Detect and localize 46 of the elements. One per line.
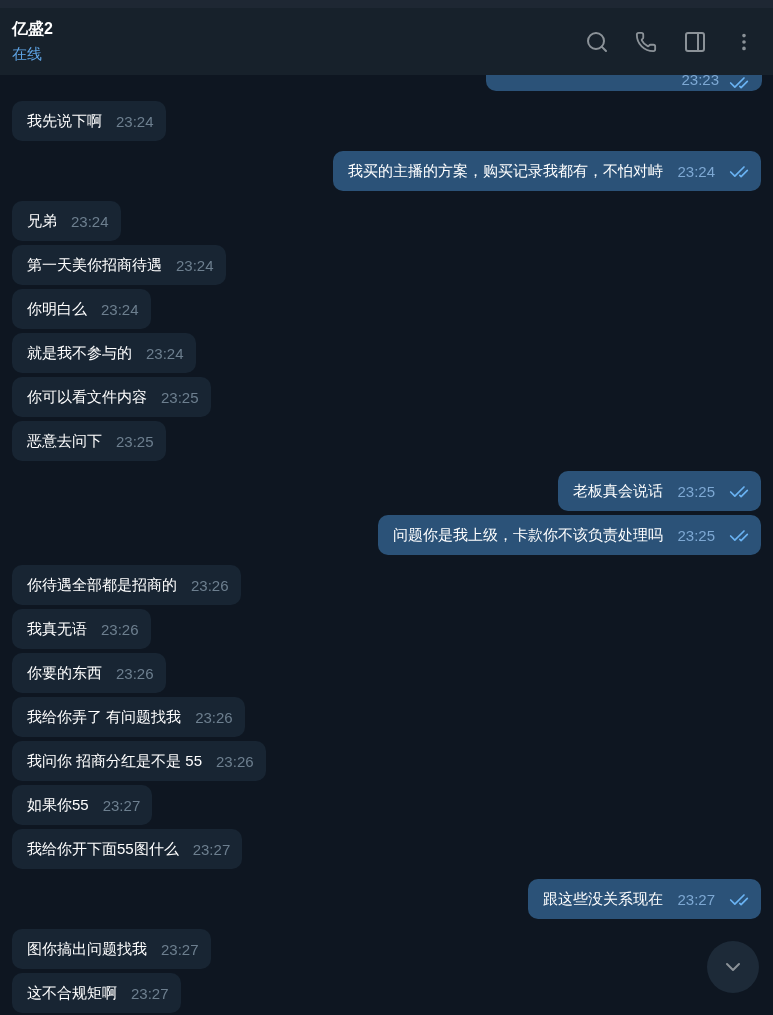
message-text: 问题你是我上级，卡款你不该负责处理吗 bbox=[393, 525, 664, 545]
message-time: 23:24 bbox=[101, 300, 139, 320]
message-time: 23:26 bbox=[195, 708, 233, 728]
message-text: 兄弟 bbox=[27, 211, 57, 231]
message-text: 第一天美你招商待遇 bbox=[27, 255, 162, 275]
message-time: 23:26 bbox=[191, 576, 229, 596]
message-time: 23:24 bbox=[176, 256, 214, 276]
chat-title: 亿盛2 bbox=[12, 18, 54, 39]
message-time: 23:24 bbox=[71, 212, 109, 232]
message-time: 23:26 bbox=[101, 620, 139, 640]
message-text: 我真无语 bbox=[27, 619, 87, 639]
message-text: 这不合规矩啊 bbox=[27, 983, 117, 1003]
message-text: 我先说下啊 bbox=[27, 111, 102, 131]
message-time: 23:24 bbox=[146, 344, 184, 364]
message-time: 23:25 bbox=[677, 526, 715, 546]
message-text: 我给你弄了 有问题找我 bbox=[27, 707, 182, 727]
message-text: 我给你开下面55图什么 bbox=[27, 839, 179, 859]
message-time: 23:25 bbox=[677, 482, 715, 502]
message-time: 23:23 bbox=[681, 75, 719, 88]
phone-icon[interactable] bbox=[635, 30, 657, 53]
message-time: 23:27 bbox=[677, 890, 715, 910]
message-time: 23:27 bbox=[102, 796, 141, 816]
message-text: 你明白么 bbox=[27, 299, 87, 319]
message-text: 你可以看文件内容 bbox=[27, 387, 147, 407]
message-time: 23:27 bbox=[192, 840, 231, 860]
message-time: 23:25 bbox=[116, 432, 154, 452]
message-time: 23:25 bbox=[161, 388, 199, 408]
message-text: 我买的主播的方案，购买记录我都有，不怕对峙 bbox=[348, 161, 664, 181]
online-status: 在线 bbox=[12, 43, 43, 64]
message-text: 如果你55 bbox=[27, 795, 89, 815]
message-text: 我问你 招商分红是不是 55 bbox=[27, 751, 203, 771]
message-time: 23:27 bbox=[131, 984, 169, 1004]
message-time: 23:26 bbox=[216, 752, 254, 772]
message-text: 你待遇全部都是招商的 bbox=[27, 575, 177, 595]
message-text: 就是我不参与的 bbox=[27, 343, 132, 363]
message-text: 你要的东西 bbox=[27, 663, 102, 683]
message-time: 23:24 bbox=[677, 162, 715, 182]
message-time: 23:27 bbox=[161, 940, 199, 960]
side-panel-icon[interactable] bbox=[683, 29, 707, 54]
message-text: 老板真会说话 bbox=[573, 481, 664, 501]
message-time: 23:24 bbox=[116, 112, 154, 132]
message-text: 恶意去问下 bbox=[27, 431, 102, 451]
message-text: 图你搞出问题找我 bbox=[27, 939, 147, 959]
search-icon[interactable] bbox=[585, 29, 609, 54]
message-text: 跟这些没关系现在 bbox=[543, 889, 664, 909]
message-time: 23:26 bbox=[116, 664, 154, 684]
